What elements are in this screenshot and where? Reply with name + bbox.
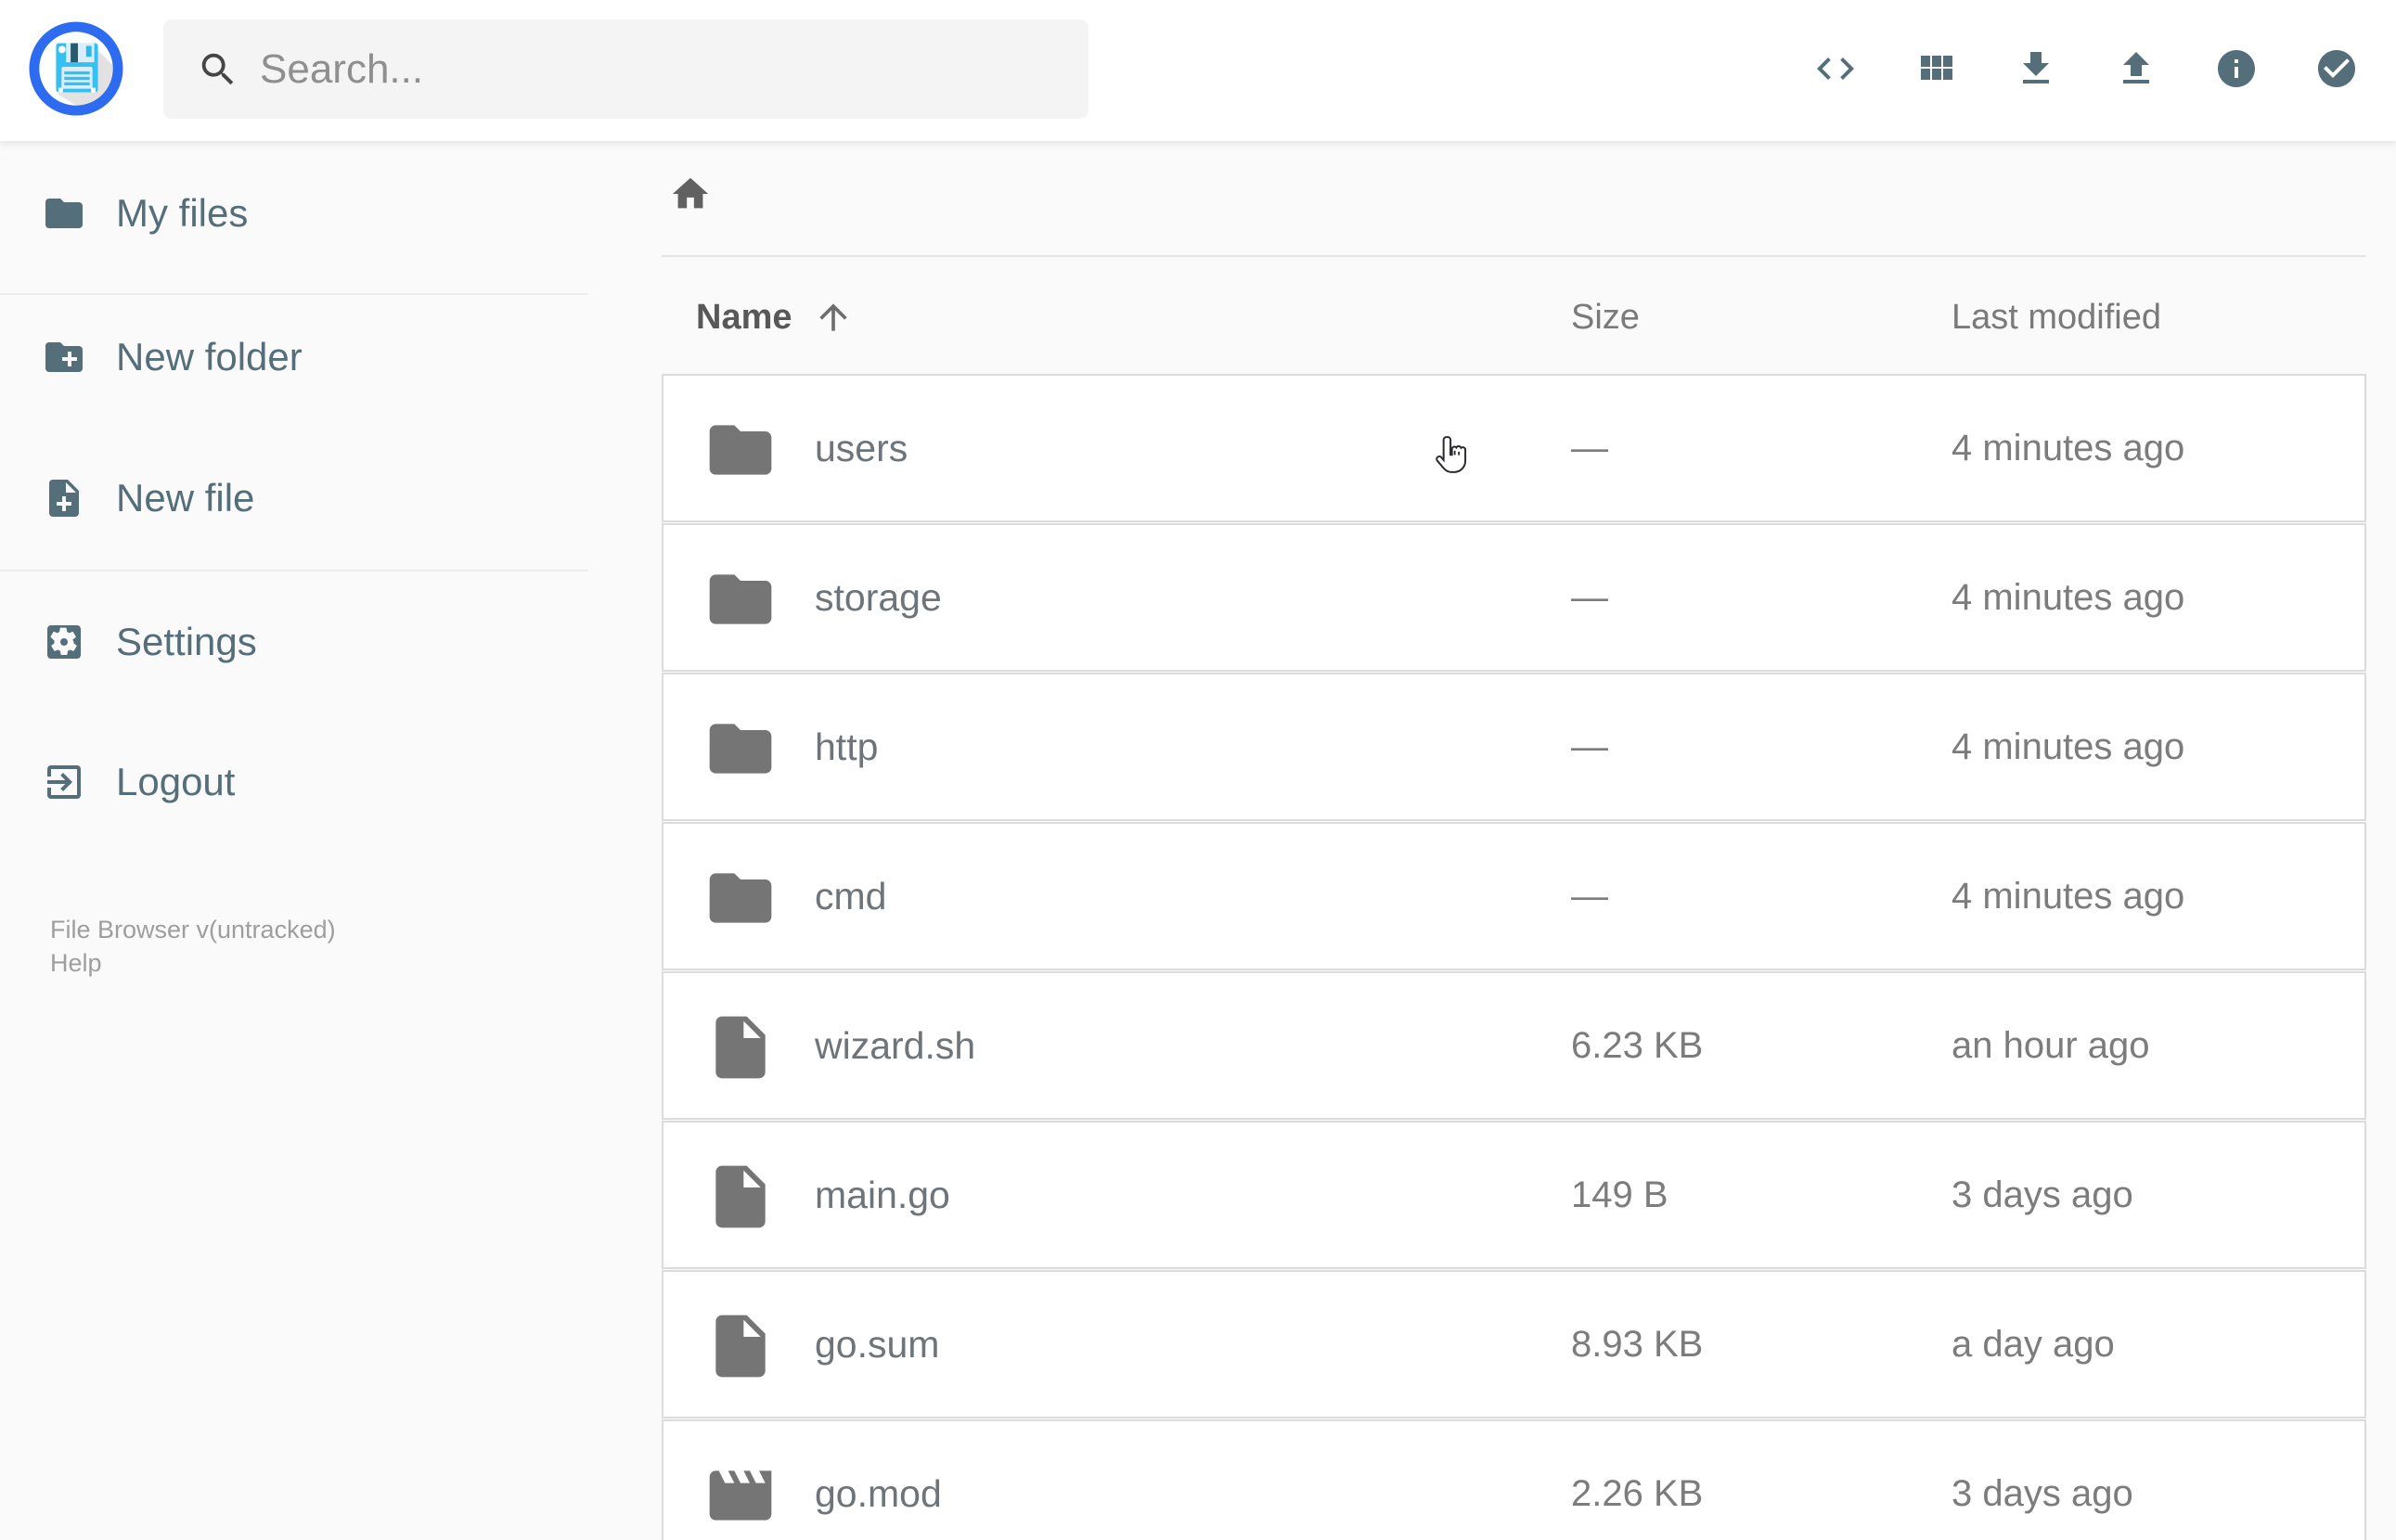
file-size: — xyxy=(1571,875,1608,917)
sidebar-item-label: My files xyxy=(116,191,249,235)
listing-header: Name Size Last modified xyxy=(662,285,2366,350)
movie-icon xyxy=(703,1458,778,1533)
folder-icon xyxy=(703,712,778,786)
new-file-icon xyxy=(42,476,86,520)
sidebar-footer: File Browser v(untracked) Help xyxy=(50,913,551,980)
sidebar-item-label: New folder xyxy=(116,335,303,379)
column-header-modified[interactable]: Last modified xyxy=(1952,285,2161,350)
folder-icon xyxy=(703,562,778,636)
file-icon xyxy=(703,1010,778,1084)
file-modified: 3 days ago xyxy=(1952,1472,2133,1514)
sidebar: My files New folder New file Settings Lo… xyxy=(0,141,588,1540)
table-row[interactable]: users — 4 minutes ago xyxy=(662,374,2366,522)
folder-icon xyxy=(42,191,86,236)
file-size: — xyxy=(1571,725,1608,767)
file-modified: an hour ago xyxy=(1952,1024,2150,1066)
file-name: users xyxy=(815,426,908,469)
sidebar-item-label: Logout xyxy=(116,760,236,803)
column-header-size[interactable]: Size xyxy=(1571,285,1640,350)
sidebar-item-logout[interactable]: Logout xyxy=(0,736,588,828)
header-toolbar xyxy=(1813,46,2359,91)
file-name: storage xyxy=(815,575,942,619)
file-size: 2.26 KB xyxy=(1571,1472,1704,1514)
breadcrumb-home-button[interactable] xyxy=(669,173,712,215)
table-row[interactable]: main.go 149 B 3 days ago xyxy=(662,1121,2366,1269)
search-input[interactable] xyxy=(260,45,1049,93)
sort-ascending-icon xyxy=(818,303,847,331)
file-modified: 4 minutes ago xyxy=(1952,875,2185,917)
file-name: go.mod xyxy=(815,1471,942,1515)
sidebar-item-label: New file xyxy=(116,476,255,520)
app-version-text: File Browser v(untracked) xyxy=(50,916,336,943)
file-name: main.go xyxy=(815,1173,950,1216)
file-name: wizard.sh xyxy=(815,1023,976,1067)
grid-view-button[interactable] xyxy=(1913,46,1958,91)
home-icon xyxy=(672,177,709,209)
sidebar-item-new-file[interactable]: New file xyxy=(0,452,588,545)
file-name: go.sum xyxy=(815,1322,940,1366)
sidebar-item-label: Settings xyxy=(116,620,257,663)
file-icon xyxy=(703,1309,778,1383)
search-bar[interactable] xyxy=(163,19,1089,119)
file-modified: 4 minutes ago xyxy=(1952,576,2185,618)
file-modified: 4 minutes ago xyxy=(1952,725,2185,767)
help-link[interactable]: Help xyxy=(50,946,102,980)
table-row[interactable]: go.sum 8.93 KB a day ago xyxy=(662,1270,2366,1418)
sidebar-divider xyxy=(0,570,588,571)
new-folder-icon xyxy=(42,335,86,379)
file-listing-area: Name Size Last modified users — 4 minute… xyxy=(588,141,2396,1540)
file-name: cmd xyxy=(815,874,887,918)
table-row[interactable]: go.mod 2.26 KB 3 days ago xyxy=(662,1419,2366,1540)
code-view-button[interactable] xyxy=(1813,46,1858,91)
filebrowser-logo-icon[interactable] xyxy=(29,21,123,116)
file-size: — xyxy=(1571,576,1608,618)
table-row[interactable]: cmd — 4 minutes ago xyxy=(662,822,2366,970)
app-header xyxy=(0,0,2396,141)
logout-icon xyxy=(42,760,86,804)
file-modified: a day ago xyxy=(1952,1323,2115,1365)
file-size: 8.93 KB xyxy=(1571,1323,1704,1365)
breadcrumb-divider xyxy=(662,255,2366,257)
table-row[interactable]: http — 4 minutes ago xyxy=(662,673,2366,821)
folder-icon xyxy=(703,413,778,487)
info-button[interactable] xyxy=(2214,46,2259,91)
table-row[interactable]: wizard.sh 6.23 KB an hour ago xyxy=(662,971,2366,1120)
file-size: 6.23 KB xyxy=(1571,1024,1704,1066)
file-size: 149 B xyxy=(1571,1174,1668,1215)
sidebar-item-new-folder[interactable]: New folder xyxy=(0,311,588,404)
file-icon xyxy=(703,1160,778,1234)
folder-icon xyxy=(703,861,778,935)
select-multiple-button[interactable] xyxy=(2314,46,2359,91)
table-row[interactable]: storage — 4 minutes ago xyxy=(662,523,2366,672)
search-icon xyxy=(197,48,239,91)
file-list: users — 4 minutes ago storage — 4 minute… xyxy=(662,374,2366,1540)
sidebar-divider xyxy=(0,293,588,295)
file-size: — xyxy=(1571,427,1608,468)
settings-icon xyxy=(42,620,86,664)
column-header-name[interactable]: Name xyxy=(696,285,854,350)
file-modified: 4 minutes ago xyxy=(1952,427,2185,468)
file-modified: 3 days ago xyxy=(1952,1174,2133,1215)
sidebar-item-settings[interactable]: Settings xyxy=(0,596,588,688)
upload-button[interactable] xyxy=(2114,46,2158,91)
download-button[interactable] xyxy=(2014,46,2058,91)
sidebar-item-my-files[interactable]: My files xyxy=(0,167,588,260)
file-name: http xyxy=(815,725,879,768)
